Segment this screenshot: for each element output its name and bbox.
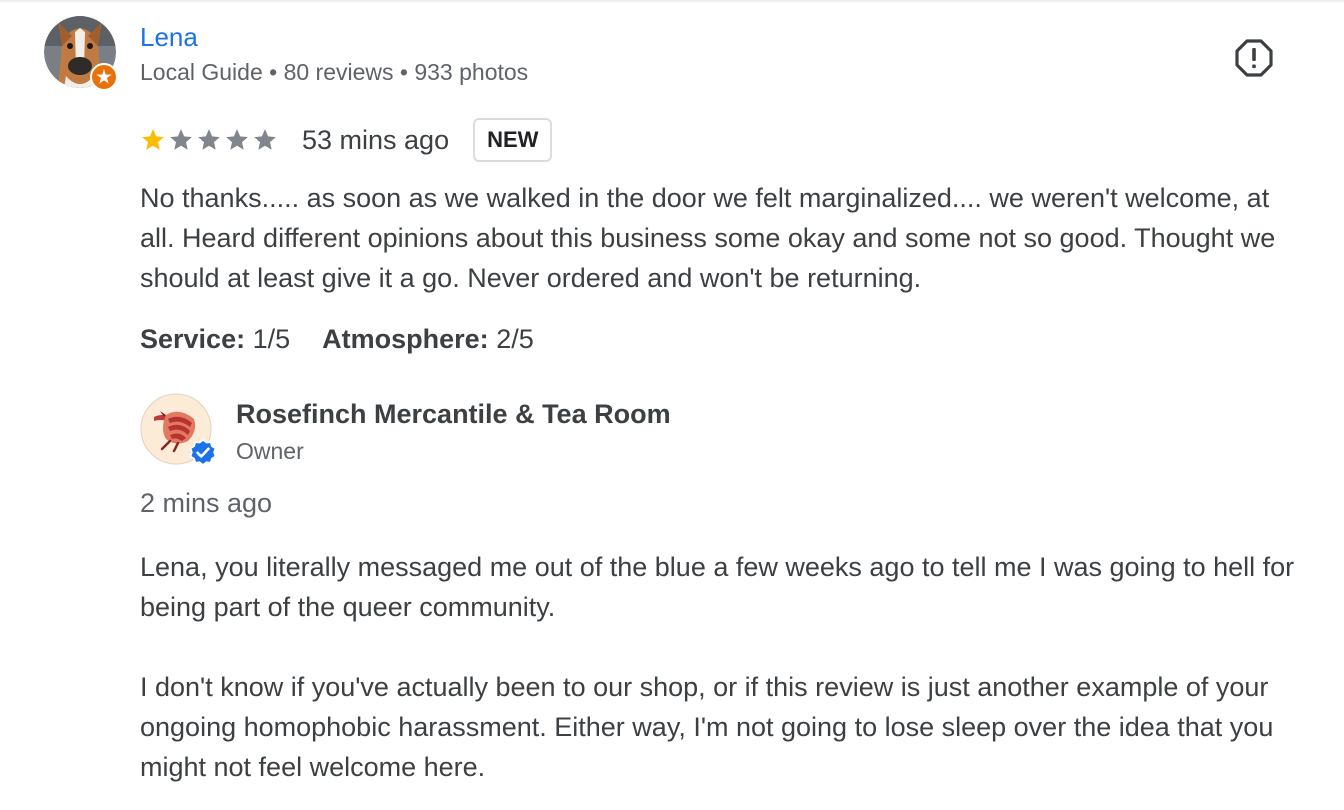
owner-response-paragraph: Lena, you literally messaged me out of t… xyxy=(140,552,1295,622)
new-badge: NEW xyxy=(473,118,553,162)
owner-avatar[interactable] xyxy=(140,393,217,466)
owner-name[interactable]: Rosefinch Mercantile & Tea Room xyxy=(236,397,671,431)
owner-response-text: Lena, you literally messaged me out of t… xyxy=(140,547,1320,787)
attribute-label: Service: xyxy=(140,324,246,354)
attribute-value: 2/5 xyxy=(496,324,534,354)
review-attributes: Service: 1/5 Atmosphere: 2/5 xyxy=(140,320,534,358)
star-rating xyxy=(140,127,278,153)
reviewer-meta: Local Guide • 80 reviews • 933 photos xyxy=(140,59,529,85)
report-review-button[interactable] xyxy=(1234,38,1274,78)
star-icon xyxy=(170,129,192,150)
attribute-label: Atmosphere: xyxy=(322,324,489,354)
review-time: 53 mins ago xyxy=(302,124,450,155)
verified-check-badge-icon xyxy=(189,439,217,466)
star-icon xyxy=(198,129,220,150)
attribute-value: 1/5 xyxy=(252,324,291,354)
star-icon xyxy=(226,129,248,150)
attribute-atmosphere: Atmosphere: 2/5 xyxy=(322,324,534,354)
owner-role: Owner xyxy=(236,438,304,464)
owner-response-paragraph: I don't know if you've actually been to … xyxy=(140,672,1274,782)
rating-row: 53 mins ago NEW xyxy=(140,116,553,164)
report-flag-icon xyxy=(1235,39,1273,77)
review-text: No thanks..... as soon as we walked in t… xyxy=(140,183,1276,293)
review-card: Lena Local Guide • 80 reviews • 933 phot… xyxy=(0,0,1344,810)
star-icon xyxy=(254,129,276,150)
reviewer-avatar[interactable] xyxy=(44,16,118,91)
reviewer-name[interactable]: Lena xyxy=(140,20,198,54)
attribute-service: Service: 1/5 xyxy=(140,324,290,354)
owner-response-time: 2 mins ago xyxy=(140,488,273,518)
star-icon xyxy=(142,129,164,150)
local-guide-badge-icon xyxy=(90,63,118,91)
